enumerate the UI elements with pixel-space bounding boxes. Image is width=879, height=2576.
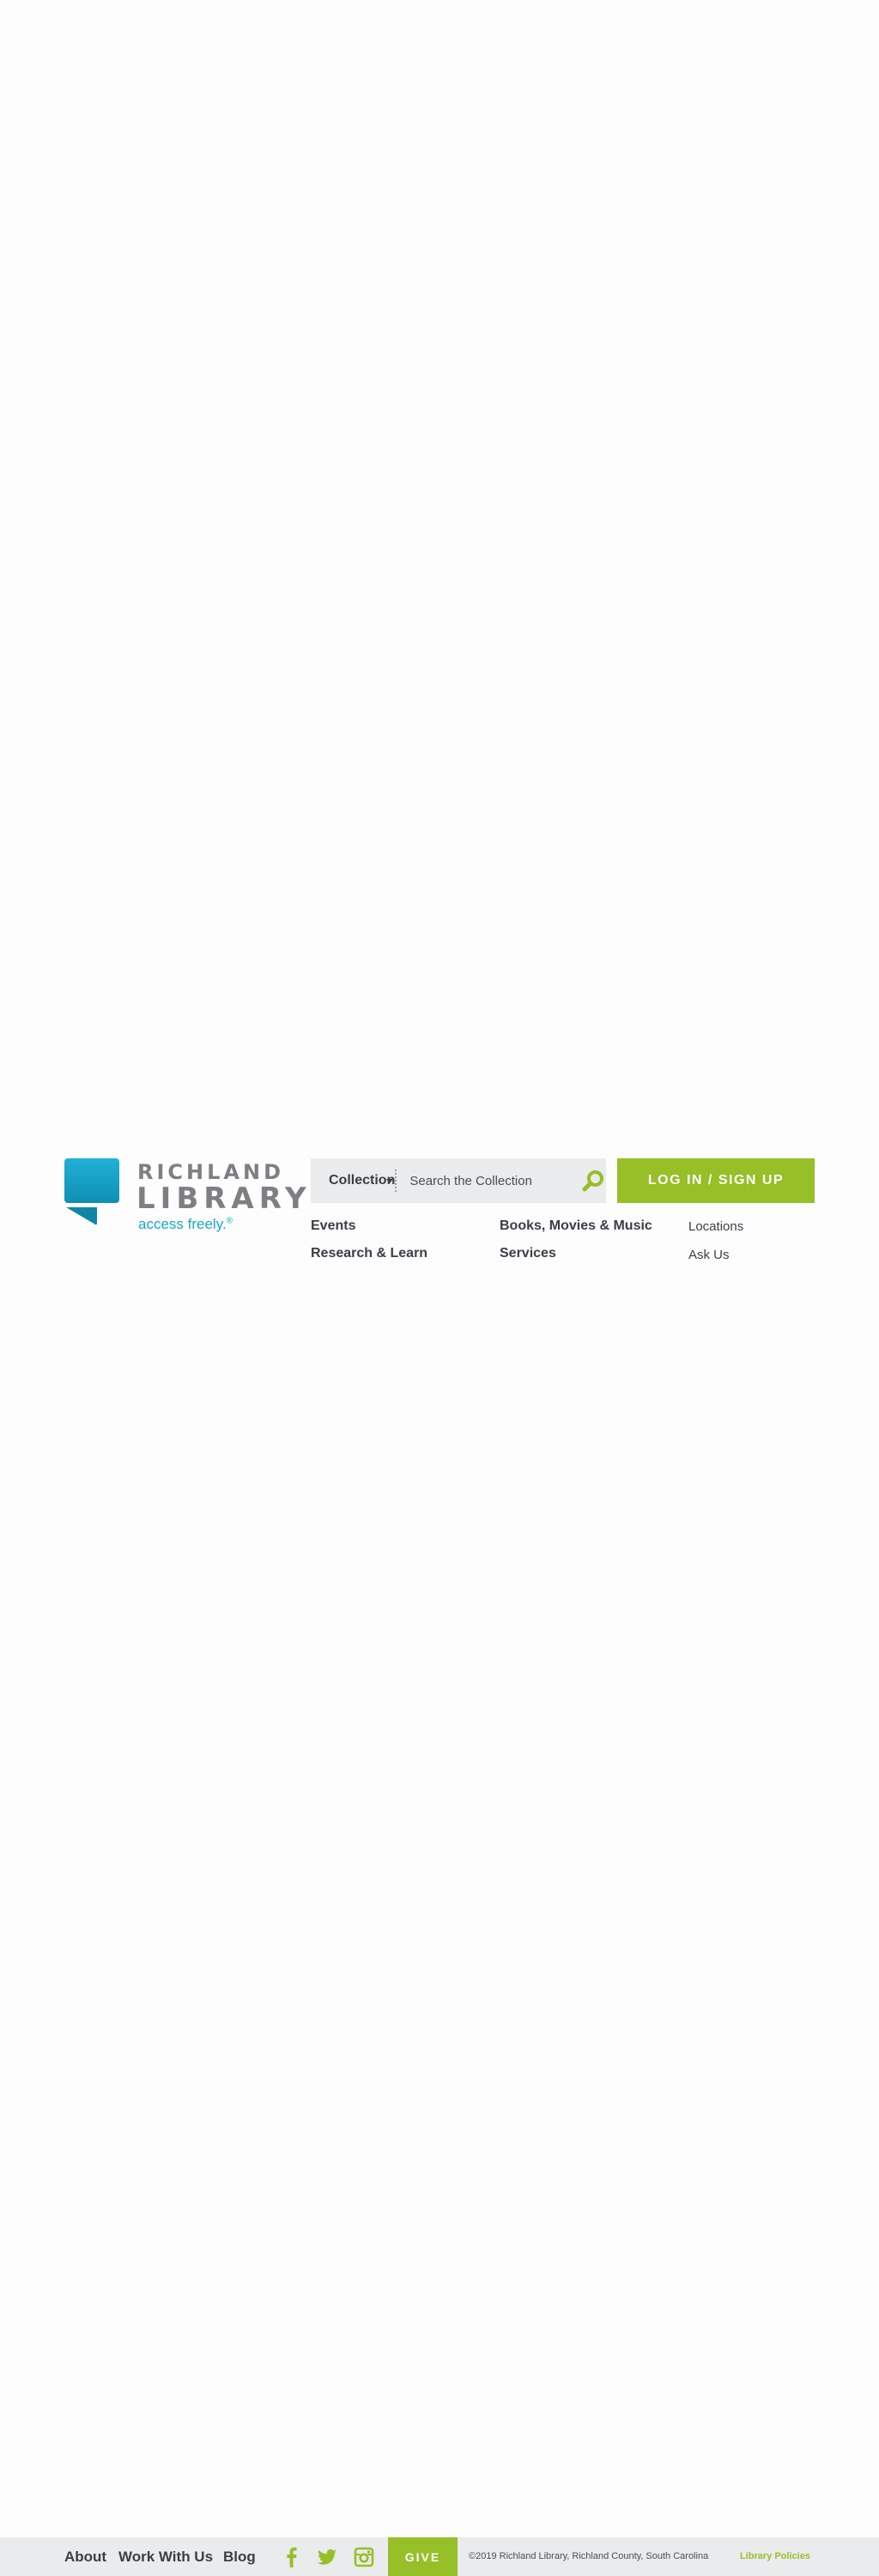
chevron-down-icon bbox=[386, 1179, 393, 1183]
nav-services[interactable]: Services bbox=[500, 1246, 556, 1261]
nav-ask-us[interactable]: Ask Us bbox=[688, 1248, 730, 1262]
search-bar: Collection bbox=[311, 1158, 606, 1203]
registered-mark: ® bbox=[226, 1216, 233, 1226]
site-logo[interactable]: RICHLAND LIBRARY access freely.® bbox=[64, 1158, 306, 1244]
library-logo-icon bbox=[64, 1158, 119, 1225]
nav-locations[interactable]: Locations bbox=[688, 1219, 743, 1234]
nav-events[interactable]: Events bbox=[311, 1218, 355, 1234]
instagram-icon[interactable] bbox=[354, 2547, 374, 2567]
logo-tagline-text: access freely. bbox=[138, 1216, 227, 1232]
login-signup-button[interactable]: LOG IN / SIGN UP bbox=[617, 1158, 815, 1203]
footer-blog-link[interactable]: Blog bbox=[223, 2549, 256, 2566]
twitter-icon[interactable] bbox=[317, 2547, 337, 2567]
facebook-icon[interactable] bbox=[282, 2547, 302, 2567]
logo-text-line1: RICHLAND bbox=[137, 1160, 284, 1184]
page: RICHLAND LIBRARY access freely.® Collect… bbox=[0, 0, 879, 2576]
search-button[interactable] bbox=[580, 1158, 606, 1203]
logo-tagline: access freely.® bbox=[138, 1216, 233, 1233]
footer-work-with-us-link[interactable]: Work With Us bbox=[118, 2549, 213, 2566]
search-icon bbox=[582, 1170, 604, 1192]
footer-about-link[interactable]: About bbox=[64, 2549, 106, 2566]
search-scope-label: Collection bbox=[329, 1173, 396, 1188]
library-policies-link[interactable]: Library Policies bbox=[740, 2551, 810, 2561]
site-footer: About Work With Us Blog GIVE ©2019 Richl… bbox=[0, 2537, 879, 2576]
logo-text-line2: LIBRARY bbox=[136, 1182, 312, 1216]
give-button[interactable]: GIVE bbox=[388, 2537, 458, 2576]
nav-books-movies-music[interactable]: Books, Movies & Music bbox=[500, 1218, 652, 1234]
copyright-text: ©2019 Richland Library, Richland County,… bbox=[469, 2551, 709, 2561]
search-scope-dropdown[interactable]: Collection bbox=[311, 1158, 395, 1203]
nav-research-learn[interactable]: Research & Learn bbox=[311, 1246, 427, 1261]
search-input[interactable] bbox=[397, 1158, 581, 1203]
